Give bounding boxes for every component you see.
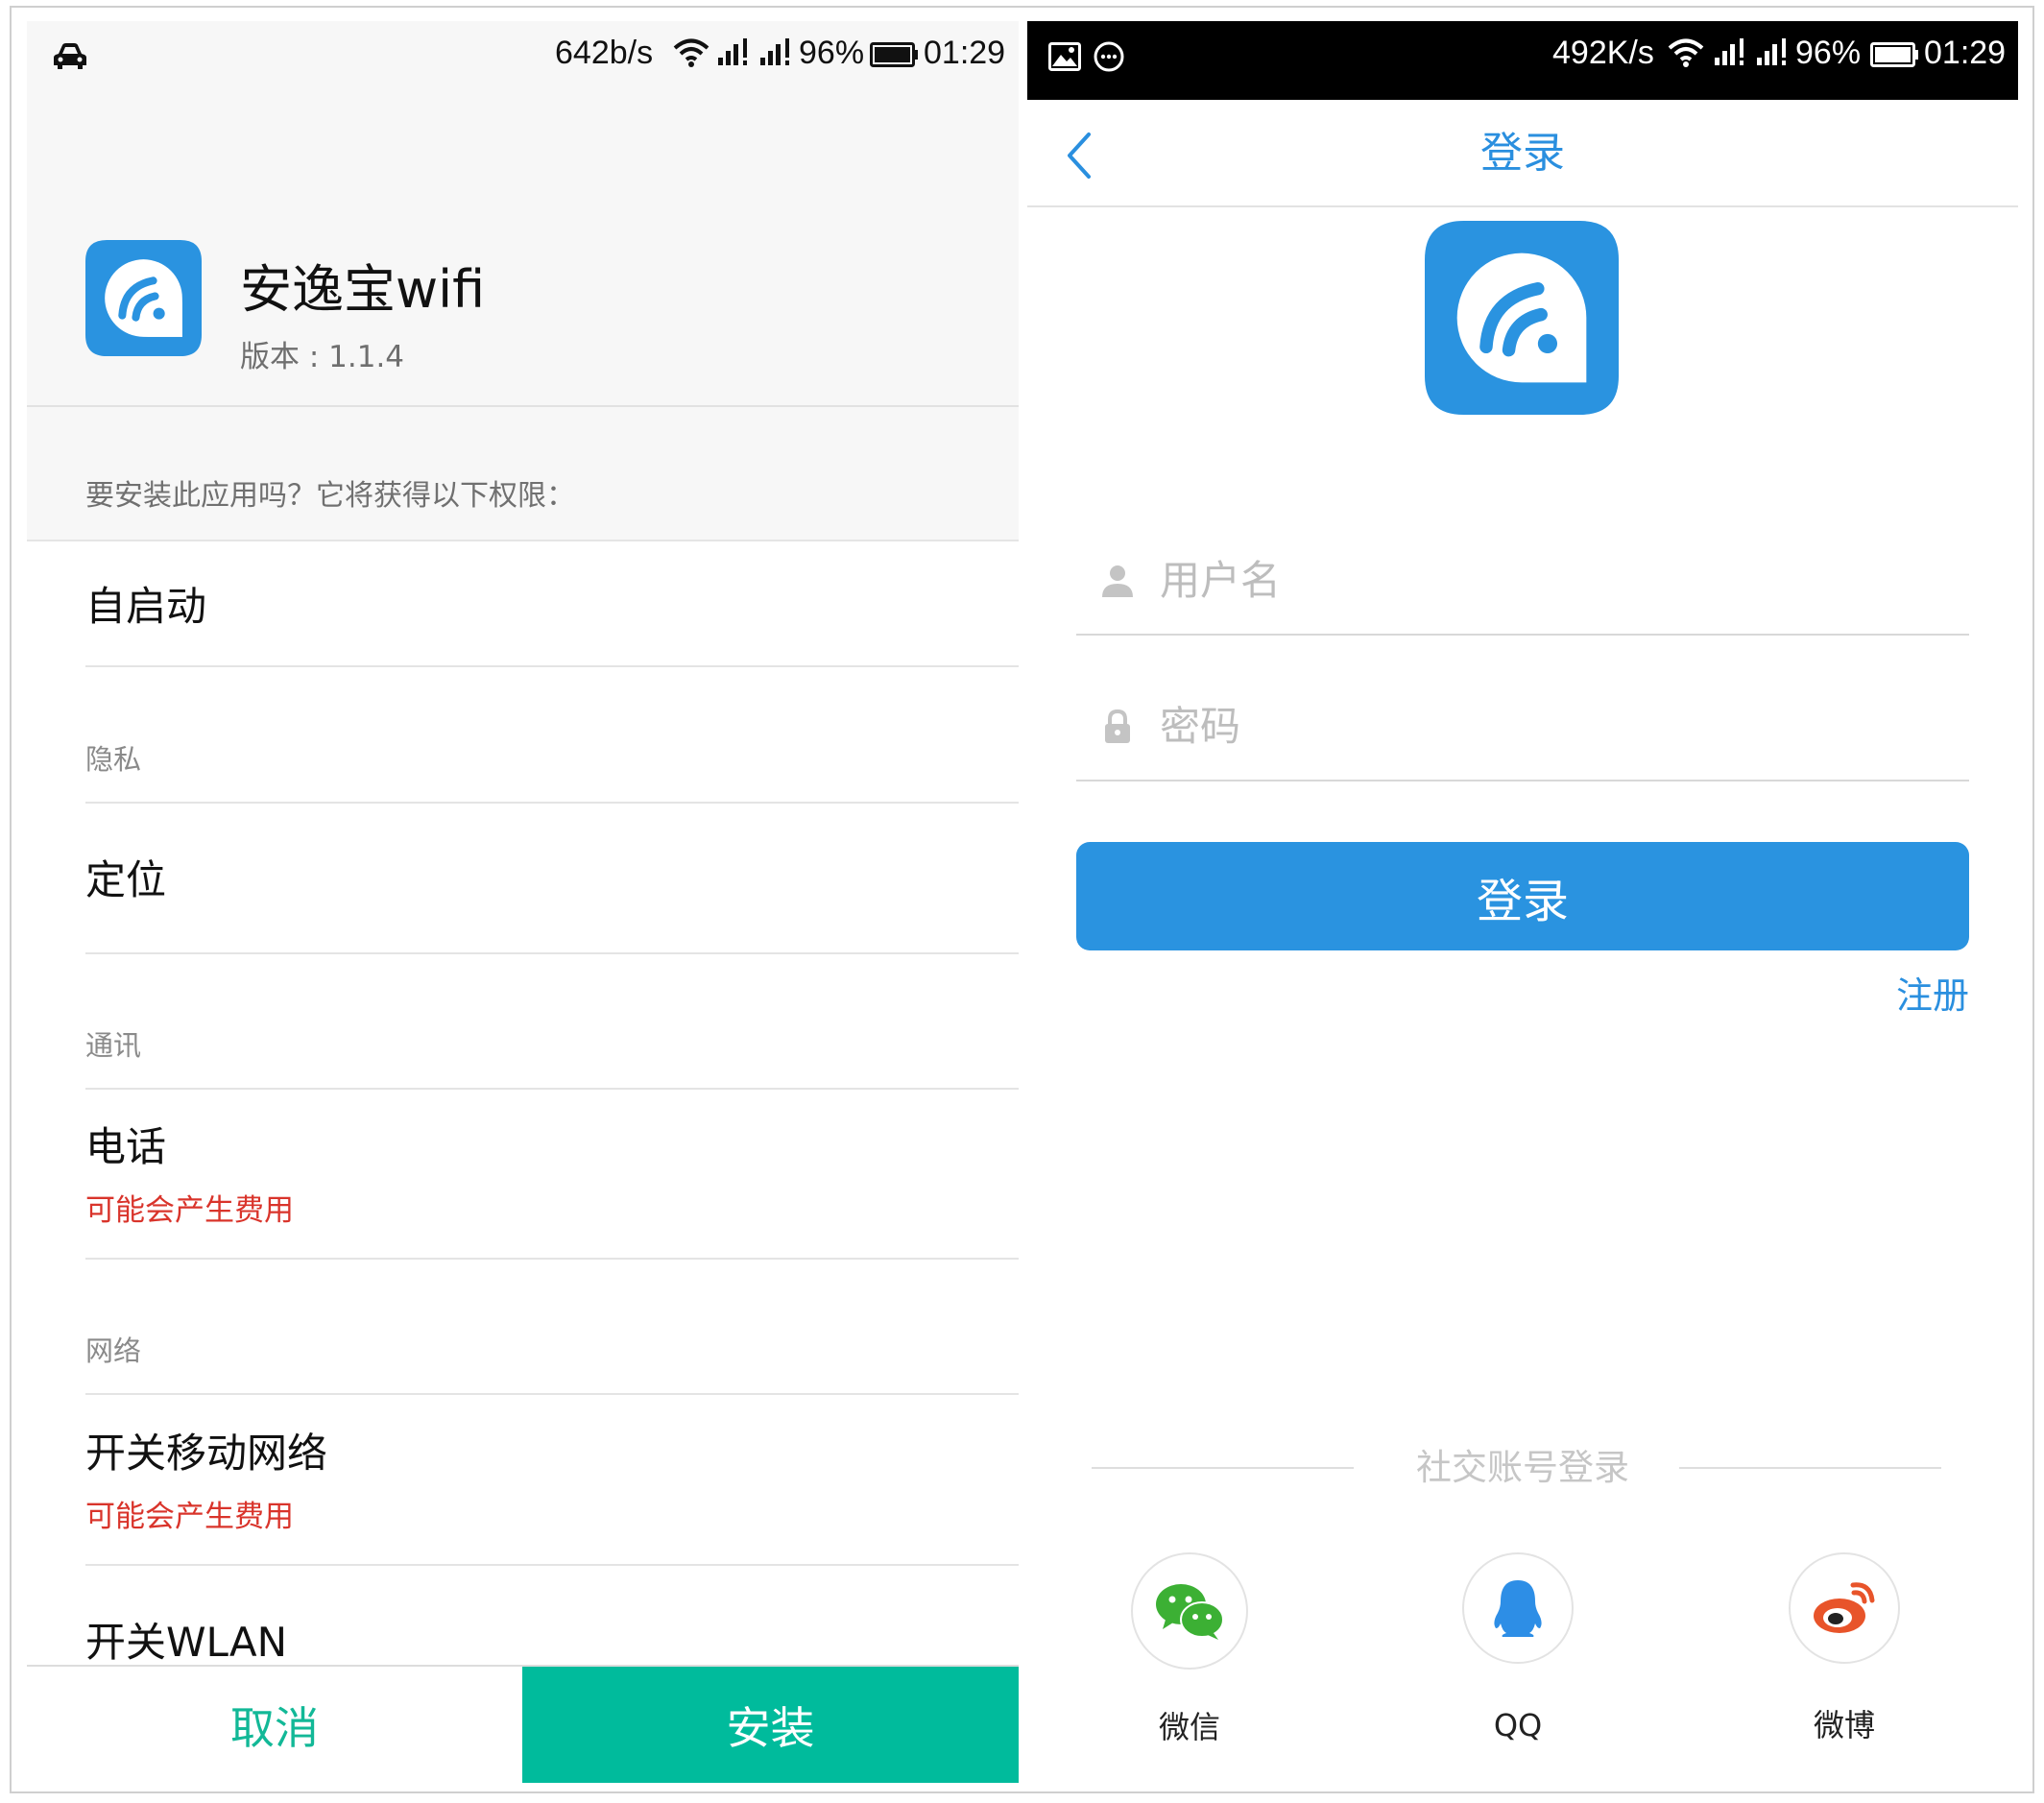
battery-icon [870, 42, 918, 67]
weibo-login-button[interactable] [1789, 1552, 1900, 1664]
frame-left-line [10, 6, 12, 1791]
page-title: 登录 [1480, 129, 1565, 178]
nav-bar: 登录 [1027, 100, 2018, 207]
cancel-button[interactable]: 取消 [27, 1667, 522, 1783]
divider [85, 1393, 1019, 1395]
divider [85, 802, 1019, 804]
username-input[interactable] [1160, 549, 1947, 611]
lock-icon [1105, 709, 1130, 743]
cell-signal-icon [1715, 38, 1743, 65]
login-screen: 492K/s 96% 01:29 登录 用户名 登录 注册 社交账号登录 微信 … [1027, 21, 2018, 1783]
app-name: 安逸宝wifi [240, 259, 486, 320]
clock: 01:29 [1924, 35, 2007, 71]
status-bar: 642b/s 96% 01:29 [27, 21, 1019, 100]
qq-label: QQ [1493, 1707, 1543, 1743]
social-login-title: 社交账号登录 [1416, 1447, 1629, 1488]
permission-phone: 电话 [85, 1123, 167, 1170]
permission-autostart: 自启动 [85, 583, 207, 630]
cell-signal-icon-2 [1757, 38, 1786, 65]
user-icon [1102, 565, 1133, 597]
divider [85, 1564, 1019, 1566]
qq-icon [1494, 1580, 1542, 1637]
qq-login-button[interactable] [1462, 1552, 1574, 1664]
battery-percent: 96% [799, 35, 865, 71]
password-input[interactable] [1160, 695, 1947, 757]
permission-phone-warning: 可能会产生费用 [85, 1193, 294, 1228]
permission-prompt-area [27, 407, 1019, 541]
wechat-label: 微信 [1158, 1709, 1220, 1745]
wechat-icon [1156, 1584, 1224, 1640]
battery-icon [1870, 42, 1918, 67]
login-button[interactable]: 登录 [1076, 842, 1969, 950]
frame-bottom-line [10, 1791, 2034, 1793]
battery-percent: 96% [1795, 35, 1862, 71]
category-communication: 通讯 [85, 1029, 142, 1062]
category-privacy: 隐私 [85, 743, 142, 776]
wifi-signal-icon [1668, 38, 1704, 67]
clock: 01:29 [924, 35, 1006, 71]
install-button-bar: 取消 安装 [27, 1665, 1019, 1783]
cell-signal-icon-2 [760, 38, 789, 65]
permission-wlan: 开关WLAN [85, 1619, 288, 1666]
frame-right-line [2032, 6, 2034, 1791]
permission-location: 定位 [85, 856, 167, 903]
divider [85, 1088, 1019, 1090]
app-logo-icon [1425, 221, 1619, 415]
permission-mobile-data: 开关移动网络 [85, 1430, 328, 1477]
wifi-signal-icon [673, 38, 709, 67]
network-speed: 642b/s [555, 35, 654, 71]
weibo-icon [1814, 1582, 1875, 1633]
install-screen: 642b/s 96% 01:29 安逸宝wifi 版本: 1.1.4 要安装此… [27, 21, 1019, 1783]
image-notification-icon [1048, 42, 1081, 71]
car-icon [54, 43, 86, 69]
divider [85, 665, 1019, 667]
username-field [1076, 520, 1969, 636]
install-prompt: 要安装此应用吗？它将获得以下权限： [85, 479, 575, 513]
network-speed: 492K/s [1552, 35, 1654, 71]
app-logo-icon [85, 240, 202, 356]
wechat-login-button[interactable] [1131, 1552, 1248, 1670]
password-field [1076, 666, 1969, 781]
cell-signal-icon [718, 38, 747, 65]
status-bar: 492K/s 96% 01:29 [1027, 21, 2018, 100]
install-button[interactable]: 安装 [522, 1667, 1019, 1783]
divider [85, 1258, 1019, 1260]
divider [85, 952, 1019, 954]
app-version: 版本 : 1.1.4 [240, 340, 405, 374]
weibo-label: 微博 [1813, 1707, 1875, 1743]
register-link[interactable]: 注册 [1896, 972, 1969, 1020]
frame-top-line [10, 6, 2034, 8]
message-notification-icon [1094, 41, 1124, 72]
permission-mobile-data-warning: 可能会产生费用 [85, 1500, 294, 1534]
category-network: 网络 [85, 1334, 142, 1367]
